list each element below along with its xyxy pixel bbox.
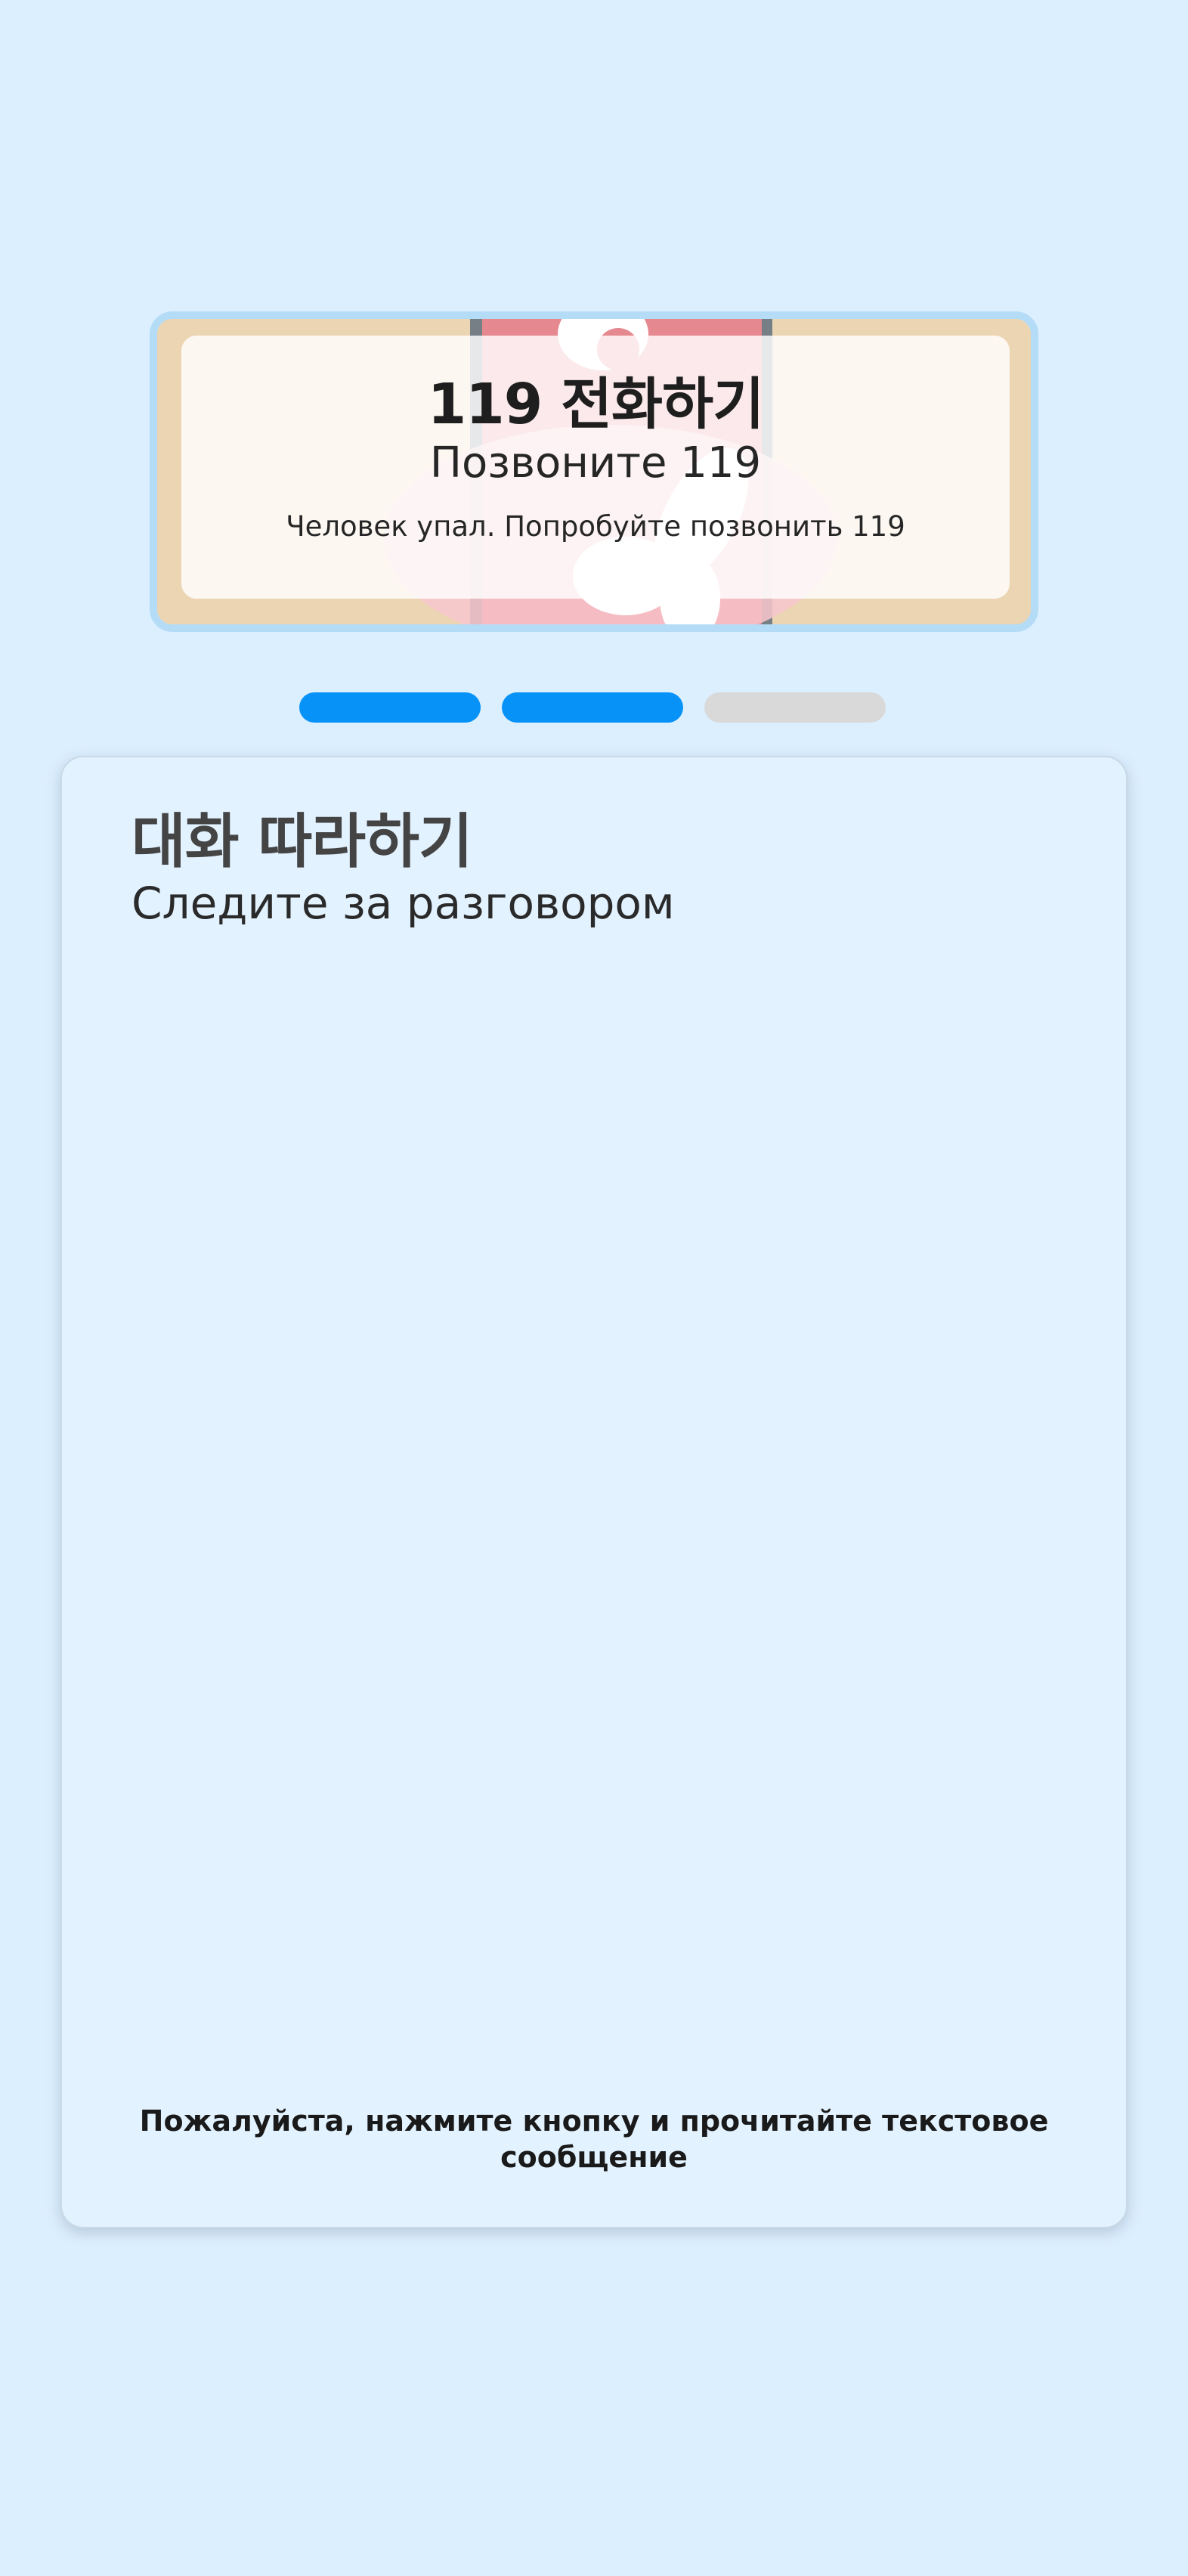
hero-description: Человек упал. Попробуйте позвонить 119: [286, 510, 905, 543]
instruction-text: Пожалуйста, нажмите кнопку и прочитайте …: [139, 2104, 1049, 2174]
conversation-area: [131, 954, 1058, 2073]
hero-text-card: 119 전화하기 Позвоните 119 Человек упал. Поп…: [181, 336, 1010, 599]
hero-subtitle: Позвоните 119: [429, 438, 762, 488]
hero-title: 119 전화하기: [427, 372, 765, 437]
step-dot: [502, 692, 683, 723]
step-dot: [704, 692, 886, 723]
hero-banner: 119 전화하기 Позвоните 119 Человек упал. Поп…: [150, 311, 1038, 632]
step-dot: [299, 692, 481, 723]
panel-title: 대화 따라하기: [131, 808, 473, 876]
step-indicator: [299, 692, 886, 723]
conversation-panel: 대화 따라하기 Следите за разговором Пожалуйста…: [60, 756, 1128, 2228]
panel-subtitle: Следите за разговором: [131, 878, 675, 929]
